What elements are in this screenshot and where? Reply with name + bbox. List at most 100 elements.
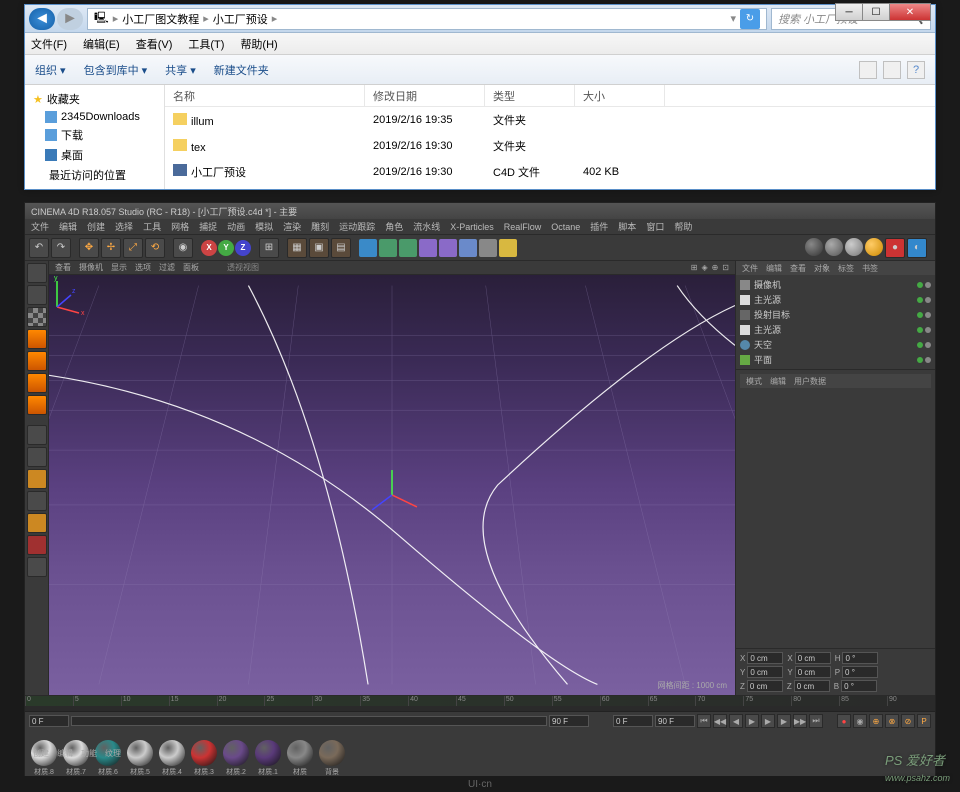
material-item[interactable]: 材质.7: [61, 740, 91, 778]
key-param[interactable]: P: [917, 714, 931, 728]
col-size[interactable]: 大小: [575, 85, 665, 106]
octane-button[interactable]: ●: [885, 238, 905, 258]
coord-input[interactable]: [842, 666, 878, 678]
light-tool[interactable]: [499, 239, 517, 257]
refresh-button[interactable]: ↻: [740, 9, 760, 29]
coord-input[interactable]: [747, 652, 783, 664]
panel-tab[interactable]: 文件: [742, 263, 758, 274]
camera-tool[interactable]: [479, 239, 497, 257]
select-tool[interactable]: ✥: [79, 238, 99, 258]
nav-item[interactable]: 2345Downloads: [33, 109, 156, 125]
object-row[interactable]: 平面: [740, 352, 931, 367]
toolbar-item[interactable]: 共享 ▾: [165, 65, 196, 77]
rotate-tool[interactable]: ⟲: [145, 238, 165, 258]
menu-item[interactable]: 模拟: [255, 220, 273, 233]
snap-toggle[interactable]: [27, 491, 47, 511]
menu-item[interactable]: 查看(V): [136, 36, 173, 52]
col-name[interactable]: 名称: [165, 85, 365, 106]
render-region[interactable]: ▣: [309, 238, 329, 258]
shading-mode-2[interactable]: [825, 238, 843, 256]
close-button[interactable]: ✕: [889, 3, 931, 21]
mat-menu-item[interactable]: 纹理: [105, 748, 121, 759]
z-axis-toggle[interactable]: Z: [235, 240, 251, 256]
locked-workplane[interactable]: [27, 535, 47, 555]
nav-item[interactable]: 最近访问的位置: [33, 165, 156, 185]
workplane-mode[interactable]: [27, 329, 47, 349]
prev-frame[interactable]: ◀: [729, 714, 743, 728]
panel-tab[interactable]: 用户数据: [794, 376, 826, 387]
coord-input[interactable]: [795, 666, 831, 678]
col-date[interactable]: 修改日期: [365, 85, 485, 106]
point-mode[interactable]: [27, 351, 47, 371]
menu-item[interactable]: 插件: [590, 220, 608, 233]
menu-item[interactable]: 渲染: [283, 220, 301, 233]
menu-item[interactable]: 文件: [31, 220, 49, 233]
viewport-solo[interactable]: [27, 469, 47, 489]
file-row[interactable]: illum 2019/2/16 19:35 文件夹: [165, 107, 935, 133]
vp-menu-item[interactable]: 显示: [111, 263, 127, 272]
render-view[interactable]: ▦: [287, 238, 307, 258]
mat-menu-item[interactable]: 功能: [81, 748, 97, 759]
goto-start[interactable]: ⏮: [697, 714, 711, 728]
material-item[interactable]: 材质.1: [253, 740, 283, 778]
panel-tab[interactable]: 对象: [814, 263, 830, 274]
lastused-tool[interactable]: ◉: [173, 238, 193, 258]
menu-item[interactable]: X-Particles: [450, 222, 494, 232]
menu-item[interactable]: 工具: [143, 220, 161, 233]
nav-forward-button[interactable]: ►: [57, 8, 83, 30]
col-type[interactable]: 类型: [485, 85, 575, 106]
vp-menu-item[interactable]: 过滤: [159, 263, 175, 272]
play-back[interactable]: ▶: [745, 714, 759, 728]
object-row[interactable]: 主光源: [740, 322, 931, 337]
vp-menu-item[interactable]: 摄像机: [79, 263, 103, 272]
make-editable[interactable]: [27, 263, 47, 283]
timeline-range-slider[interactable]: [71, 716, 547, 726]
frame-end[interactable]: [655, 715, 695, 727]
menu-item[interactable]: Octane: [551, 222, 580, 232]
tweak-mode[interactable]: [27, 447, 47, 467]
panel-tab[interactable]: 编辑: [770, 376, 786, 387]
breadcrumb-item[interactable]: 小工厂预设: [213, 11, 268, 27]
vp-nav-icon[interactable]: ⊞: [691, 263, 698, 272]
timeline-end[interactable]: [549, 715, 589, 727]
move-tool[interactable]: ✢: [101, 238, 121, 258]
array-tool[interactable]: [419, 239, 437, 257]
minimize-button[interactable]: ─: [835, 3, 863, 21]
nurbs-tool[interactable]: [399, 239, 417, 257]
panel-tab[interactable]: 编辑: [766, 263, 782, 274]
vp-nav-icon[interactable]: ⊡: [722, 263, 729, 272]
menu-item[interactable]: 运动跟踪: [339, 220, 375, 233]
y-axis-toggle[interactable]: Y: [218, 240, 234, 256]
breadcrumb[interactable]: 🖳 ▸ 小工厂图文教程 ▸ 小工厂预设 ▸ ▾ ↻: [87, 8, 767, 30]
material-item[interactable]: 背景: [317, 740, 347, 778]
menu-item[interactable]: 创建: [87, 220, 105, 233]
vp-menu-item[interactable]: 查看: [55, 263, 71, 272]
key-scale[interactable]: ⊗: [885, 714, 899, 728]
material-item[interactable]: 材质: [285, 740, 315, 778]
menu-item[interactable]: 流水线: [413, 220, 440, 233]
coord-input[interactable]: [747, 666, 783, 678]
timeline[interactable]: 051015202530354045505560657075808590: [25, 696, 935, 712]
material-item[interactable]: 材质.8: [29, 740, 59, 778]
menu-item[interactable]: RealFlow: [504, 222, 542, 232]
prev-key[interactable]: ◀◀: [713, 714, 727, 728]
object-row[interactable]: 投射目标: [740, 307, 931, 322]
scale-tool[interactable]: ⤢: [123, 238, 143, 258]
planar-workplane[interactable]: [27, 557, 47, 577]
next-frame[interactable]: ▶: [777, 714, 791, 728]
file-row[interactable]: 小工厂预设 2019/2/16 19:30 C4D 文件 402 KB: [165, 159, 935, 185]
object-row[interactable]: 摄像机: [740, 277, 931, 292]
menu-item[interactable]: 工具(T): [188, 36, 224, 52]
nav-back-button[interactable]: ◄: [29, 8, 55, 30]
realflow-button[interactable]: ◐: [907, 238, 927, 258]
menu-item[interactable]: 文件(F): [31, 36, 67, 52]
menu-item[interactable]: 角色: [385, 220, 403, 233]
material-item[interactable]: 材质.3: [189, 740, 219, 778]
workplane-toggle[interactable]: [27, 513, 47, 533]
key-pos[interactable]: ⊕: [869, 714, 883, 728]
menu-item[interactable]: 脚本: [618, 220, 636, 233]
deformer-tool[interactable]: [439, 239, 457, 257]
environment-tool[interactable]: [459, 239, 477, 257]
nav-item[interactable]: 下载: [33, 125, 156, 145]
preview-pane-button[interactable]: [883, 61, 901, 79]
